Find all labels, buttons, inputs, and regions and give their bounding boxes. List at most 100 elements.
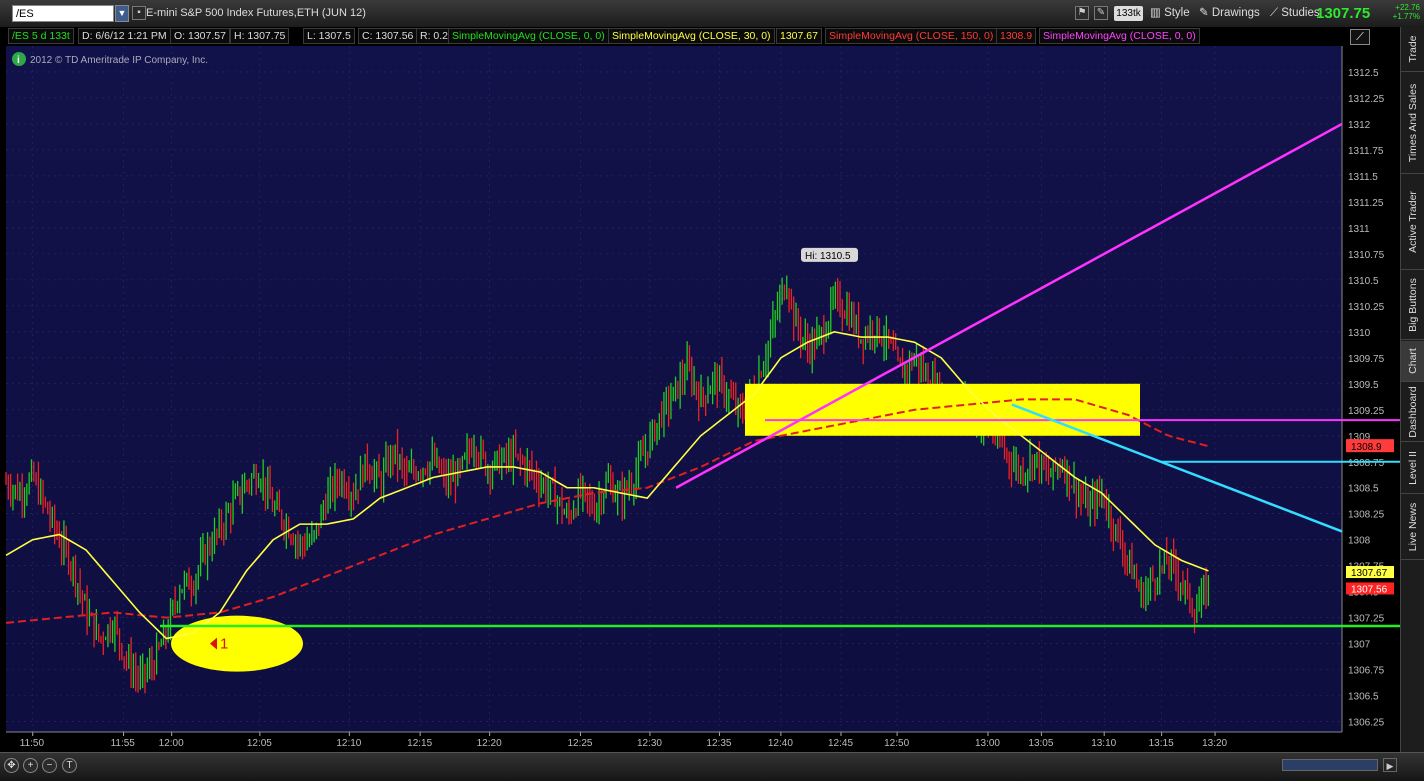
x-tick-label: 12:15	[407, 738, 432, 749]
study-sma-30[interactable]: SimpleMovingAvg (CLOSE, 30, 0)	[608, 28, 775, 44]
y-tick-label: 1308.25	[1348, 510, 1385, 521]
pencil-icon: ✎	[1199, 7, 1212, 19]
studies-button[interactable]: ⟋ Studies	[1270, 5, 1320, 22]
symbol-input[interactable]	[12, 5, 114, 22]
y-tick-label: 1311.75	[1348, 146, 1384, 157]
side-tab-level-ii[interactable]: Level II	[1401, 443, 1424, 494]
side-tab-label: Active Trader	[1406, 191, 1419, 253]
y-tick-label: 1306.75	[1348, 666, 1385, 677]
side-tab-big-buttons[interactable]: Big Buttons	[1401, 271, 1424, 340]
chart-settings-icon[interactable]: ⟋	[1350, 29, 1370, 45]
high-label-text: Hi: 1310.5	[805, 251, 851, 262]
x-tick-label: 12:00	[159, 738, 184, 749]
drawings-button[interactable]: ✎ Drawings	[1199, 5, 1260, 22]
aggregation-badge[interactable]: 133tk	[1114, 6, 1143, 21]
symbol-period[interactable]: /ES 5 d 133t	[8, 28, 74, 44]
bar-high: H: 1307.75	[230, 28, 290, 44]
instrument-name: E-mini S&P 500 Index Futures,ETH (JUN 12…	[146, 7, 366, 19]
price-chart[interactable]: 1312.5 1312.25 1312 1311.75 1311.5 1311.25 131…	[0, 46, 1400, 766]
side-tab-label: Trade	[1406, 35, 1419, 63]
bar-low: L: 1307.5	[303, 28, 355, 44]
zoom-out-icon[interactable]: −	[42, 758, 57, 773]
sma-30-tag-text: 1307.67	[1351, 568, 1388, 579]
y-tick-label: 1309.75	[1348, 354, 1385, 365]
x-tick-label: 12:20	[477, 738, 502, 749]
x-tick-label: 12:10	[336, 738, 361, 749]
wrench-icon[interactable]: ✎	[1094, 6, 1108, 20]
y-tick-label: 1307	[1348, 640, 1371, 651]
yellow-ellipse-annotation[interactable]	[171, 615, 303, 672]
side-tab-label: Live News	[1406, 502, 1419, 552]
y-tick-label: 1309.25	[1348, 406, 1385, 417]
side-tab-dashboard[interactable]: Dashboard	[1401, 383, 1424, 442]
top-toolbar: ▼ ▪ E-mini S&P 500 Index Futures,ETH (JU…	[0, 0, 1424, 28]
x-tick-label: 13:15	[1149, 738, 1174, 749]
flag-icon[interactable]: ⚑	[1075, 6, 1089, 20]
side-tab-chart[interactable]: Chart	[1401, 341, 1424, 382]
study-sma-150[interactable]: SimpleMovingAvg (CLOSE, 150, 0)	[825, 28, 998, 44]
last-price-tag-text: 1307.56	[1351, 584, 1388, 595]
y-tick-label: 1307.25	[1348, 614, 1385, 625]
x-tick-label: 12:45	[828, 738, 853, 749]
y-tick-label: 1312.5	[1348, 68, 1379, 79]
y-axis: 1312.5 1312.25 1312 1311.75 1311.5 1311.25 131…	[1341, 46, 1385, 732]
bar-close: C: 1307.56	[358, 28, 418, 44]
annotation-number: 1	[220, 636, 228, 653]
side-tab-label: Level II	[1406, 451, 1419, 485]
x-tick-label: 11:55	[111, 738, 136, 749]
x-axis: 11:50 11:55 12:00 12:05 12:10 12:15 12:20 12:25…	[6, 731, 1342, 749]
side-tab-active-trader[interactable]: Active Trader	[1401, 175, 1424, 270]
chart-svg[interactable]: 1312.5 1312.25 1312 1311.75 1311.5 1311.25 131…	[0, 46, 1400, 752]
side-tab-label: Chart	[1406, 348, 1419, 374]
sma-150-tag-text: 1308.9	[1351, 442, 1382, 453]
x-tick-label: 12:50	[884, 738, 909, 749]
copyright-text: 2012 © TD Ameritrade IP Company, Inc.	[30, 55, 208, 66]
link-icon[interactable]: ▪	[132, 6, 146, 20]
style-icon: ▥	[1150, 7, 1165, 19]
x-tick-label: 13:05	[1028, 738, 1053, 749]
side-tab-trade[interactable]: Trade	[1401, 27, 1424, 72]
net-change: +22.76 +1.77%	[1392, 3, 1420, 21]
side-tab-label: Dashboard	[1406, 386, 1419, 438]
y-tick-label: 1310.5	[1348, 276, 1379, 287]
horizontal-scrollbar[interactable]	[1282, 759, 1378, 771]
x-tick-label: 13:00	[975, 738, 1000, 749]
y-tick-label: 1311.25	[1348, 198, 1384, 209]
study-sma-magenta[interactable]: SimpleMovingAvg (CLOSE, 0, 0)	[1039, 28, 1200, 44]
yellow-zone-rectangle[interactable]	[745, 383, 1140, 436]
info-icon-glyph: i	[17, 55, 20, 66]
y-tick-label: 1310.25	[1348, 302, 1385, 313]
side-tab-times-and-sales[interactable]: Times And Sales	[1401, 73, 1424, 174]
symbol-dropdown-button[interactable]: ▼	[115, 5, 129, 22]
x-tick-label: 13:10	[1091, 738, 1116, 749]
x-tick-label: 13:20	[1202, 738, 1227, 749]
pan-icon[interactable]: ✥	[4, 758, 19, 773]
studies-icon: ⟋	[1270, 7, 1282, 19]
chart-info-bar: /ES 5 d 133t D: 6/6/12 1:21 PM O: 1307.5…	[0, 27, 1400, 46]
y-tick-label: 1309.5	[1348, 380, 1379, 391]
y-tick-label: 1308	[1348, 536, 1371, 547]
y-tick-label: 1306.5	[1348, 692, 1379, 703]
y-tick-label: 1306.25	[1348, 718, 1385, 729]
bottom-toolbar: ✥ + − T ▶	[0, 752, 1424, 781]
study-sma-30-value: 1307.67	[776, 28, 822, 44]
high-label: Hi: 1310.5	[801, 247, 858, 262]
scroll-right-icon[interactable]: ▶	[1383, 758, 1397, 772]
x-tick-label: 12:35	[706, 738, 731, 749]
text-tool-icon[interactable]: T	[62, 758, 77, 773]
y-tick-label: 1308.75	[1348, 458, 1385, 469]
x-tick-label: 12:30	[637, 738, 662, 749]
y-tick-label: 1311.5	[1348, 172, 1378, 183]
copyright: i 2012 © TD Ameritrade IP Company, Inc.	[12, 52, 208, 66]
style-button[interactable]: ▥ Style	[1150, 5, 1190, 22]
y-tick-label: 1310	[1348, 328, 1371, 339]
study-sma-150-value: 1308.9	[996, 28, 1037, 44]
study-sma-green[interactable]: SimpleMovingAvg (CLOSE, 0, 0)	[448, 28, 609, 44]
bar-date: D: 6/6/12 1:21 PM	[78, 28, 171, 44]
x-tick-label: 12:05	[247, 738, 272, 749]
side-tab-label: Big Buttons	[1406, 278, 1419, 332]
bar-open: O: 1307.57	[170, 28, 230, 44]
zoom-in-icon[interactable]: +	[23, 758, 38, 773]
side-tab-live-news[interactable]: Live News	[1401, 495, 1424, 560]
x-tick-label: 12:25	[567, 738, 592, 749]
